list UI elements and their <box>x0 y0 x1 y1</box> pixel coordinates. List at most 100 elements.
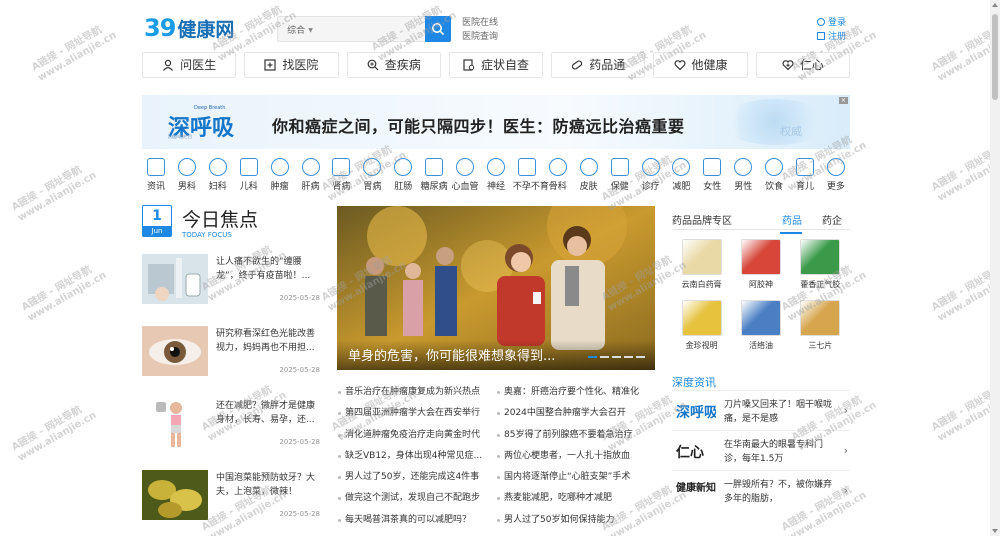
carousel-dot[interactable] <box>624 356 633 358</box>
category-item[interactable]: 诊疗 <box>637 158 665 198</box>
tab-companies[interactable]: 药企 <box>822 212 842 227</box>
carousel-dot[interactable] <box>588 356 597 358</box>
hospital-online-link[interactable]: 医院在线 <box>462 16 498 30</box>
scrollbar-thumb[interactable] <box>992 14 998 100</box>
drug-item[interactable]: 阿胶神 <box>731 239 790 290</box>
headline-link[interactable]: 男人过了50岁，还能完成这4件事 <box>337 467 496 488</box>
category-item[interactable]: 男科 <box>173 158 201 198</box>
category-item[interactable]: 不孕不育 <box>513 158 549 198</box>
nav-renxin[interactable]: 仁心 <box>755 52 850 78</box>
nav-ask-doctor[interactable]: 问医生 <box>142 52 237 78</box>
search-button[interactable] <box>425 16 451 42</box>
carousel-dot[interactable] <box>636 356 645 358</box>
news-item[interactable]: 还在减肥？微胖才是健康身材，长寿、易孕，还... 2025-05-28 <box>142 398 322 450</box>
watermark: A链接 - 网址导航 www.alianjie.cn <box>9 164 99 224</box>
hero-carousel[interactable]: 单身的危害，你可能很难想象得到... <box>337 206 655 370</box>
headline-link[interactable]: 音乐治疗在肿瘤康复成为新兴热点 <box>337 382 496 403</box>
category-label: 更多 <box>826 182 845 192</box>
scroll-up-arrow[interactable] <box>992 3 998 7</box>
register-link[interactable]: 注册 <box>816 30 846 44</box>
category-item[interactable]: 减肥 <box>667 158 695 198</box>
category-item[interactable]: 男性 <box>729 158 757 198</box>
news-title[interactable]: 还在减肥？微胖才是健康身材，长寿、易孕，还... <box>216 399 322 427</box>
category-item[interactable]: 糖尿病 <box>420 158 448 198</box>
news-title[interactable]: 让人痛不欲生的“缠腰龙”，终于有疫苗啦！... <box>216 255 322 283</box>
watermark: A链接 - 网址导航 www.alianjie.cn <box>9 404 99 464</box>
headline-link[interactable]: 国内将逐渐停止“心脏支架”手术 <box>496 467 655 488</box>
category-icon <box>332 158 351 176</box>
category-item[interactable]: 骨科 <box>544 158 572 198</box>
search-category-select[interactable]: 综合 <box>286 23 314 36</box>
category-item[interactable]: 更多 <box>822 158 850 198</box>
nav-find-hospital[interactable]: 找医院 <box>244 52 339 78</box>
drug-item[interactable]: 云南白药膏 <box>672 239 731 290</box>
ad-banner[interactable]: Deep Breath 深呼吸 防癌科普栏目 你和癌症之间，可能只隔四步！医生：… <box>142 95 850 149</box>
headline-link[interactable]: 85岁得了前列腺癌不要着急治疗 <box>496 425 655 446</box>
news-item[interactable]: 中国泡菜能预防蚊牙？大夫，上泡菜，微辣！ 2025-05-28 <box>142 470 322 522</box>
headline-link[interactable]: 奥嘉：肝癌治疗要个性化、精准化 <box>496 382 655 403</box>
nav-drug[interactable]: 药品通 <box>551 52 646 78</box>
carousel-dot[interactable] <box>600 356 609 358</box>
category-item[interactable]: 心血管 <box>451 158 479 198</box>
site-logo[interactable]: 39 健康网 <box>144 14 234 42</box>
drug-package-image <box>681 300 722 336</box>
category-item[interactable]: 保健 <box>606 158 634 198</box>
headline-link[interactable]: 燕麦能减肥，吃哪种才减肥 <box>496 488 655 509</box>
scroll-down-arrow[interactable] <box>992 529 998 533</box>
headline-link[interactable]: 2024中国整合肿瘤学大会召开 <box>496 403 655 424</box>
nav-symptom-check[interactable]: 症状自查 <box>448 52 544 79</box>
drug-item[interactable]: 三七片 <box>791 300 850 351</box>
drug-item[interactable]: 金珍视明 <box>672 300 731 351</box>
news-title[interactable]: 研究称看深红色光能改善视力，妈妈再也不用担... <box>216 327 322 355</box>
link-row: 第四届亚洲肿瘤学大会在西安举行 2024中国整合肿瘤学大会召开 <box>337 403 655 424</box>
nav-check-disease[interactable]: 查疾病 <box>346 52 441 78</box>
category-item[interactable]: 神经 <box>482 158 510 198</box>
category-icon <box>765 158 784 176</box>
deep-news-item[interactable]: 健康新知 一胖毁所有？不，被你嫌弃多年的脂肪， › <box>672 470 850 510</box>
deep-news-text[interactable]: 一胖毁所有？不，被你嫌弃多年的脂肪， <box>724 478 840 506</box>
hero-caption[interactable]: 单身的危害，你可能很难想象得到... <box>348 345 555 364</box>
news-item[interactable]: 让人痛不欲生的“缠腰龙”，终于有疫苗啦！... 2025-05-28 <box>142 254 322 306</box>
deep-news-item[interactable]: 仁心 在华南最大的眼暑专科门诊，每年1.5万 › <box>672 430 850 470</box>
drug-item[interactable]: 藿香正气胶 <box>791 239 850 290</box>
headline-link[interactable]: 缺乏VB12，身体出现4种常见症... <box>337 446 496 467</box>
news-item[interactable]: 研究称看深红色光能改善视力，妈妈再也不用担... 2025-05-28 <box>142 326 322 378</box>
deep-news-text[interactable]: 在华南最大的眼暑专科门诊，每年1.5万 <box>724 438 840 466</box>
hospital-links: 医院在线 医院查询 <box>462 16 498 44</box>
category-label: 资讯 <box>146 182 165 192</box>
deep-news-item[interactable]: 深呼吸 刀片嗓又回来了！咽干喉咙痛，是不是感 › <box>672 390 850 430</box>
category-item[interactable]: 皮肤 <box>575 158 603 198</box>
headline-link[interactable]: 消化道肿瘤免疫治疗走向黄金时代 <box>337 425 496 446</box>
tab-drugs[interactable]: 药品 <box>780 212 802 234</box>
drug-item[interactable]: 活络油 <box>731 300 790 351</box>
category-item[interactable]: 肛肠 <box>389 158 417 198</box>
hospital-search-link[interactable]: 医院查询 <box>462 30 498 44</box>
category-item[interactable]: 妇科 <box>204 158 232 198</box>
category-label: 肝病 <box>301 182 320 192</box>
scrollbar[interactable] <box>990 0 1000 536</box>
category-icon <box>610 158 629 176</box>
headline-link[interactable]: 两位心梗患者，一人扎十指放血 <box>496 446 655 467</box>
carousel-dot[interactable] <box>612 356 621 358</box>
search-box[interactable]: 综合 <box>277 16 451 42</box>
category-item[interactable]: 饮食 <box>760 158 788 198</box>
category-item[interactable]: 育儿 <box>791 158 819 198</box>
headline-link[interactable]: 第四届亚洲肿瘤学大会在西安举行 <box>337 403 496 424</box>
category-item[interactable]: 女性 <box>698 158 726 198</box>
checklist-icon <box>463 55 475 79</box>
watermark: A链接 - 网址导航 www.alianjie.cn <box>29 24 119 84</box>
category-item[interactable]: 胃病 <box>358 158 386 198</box>
category-item[interactable]: 肾病 <box>327 158 355 198</box>
category-item[interactable]: 儿科 <box>235 158 263 198</box>
right-column: 药品品牌专区 药品 药企 云南白药膏 阿胶神 藿香正气胶 金珍视明 活络油 三七片 深度资… <box>672 206 850 504</box>
category-item[interactable]: 肿瘤 <box>266 158 294 198</box>
login-link[interactable]: 登录 <box>816 16 846 30</box>
news-title[interactable]: 中国泡菜能预防蚊牙？大夫，上泡菜，微辣！ <box>216 471 322 499</box>
nav-his-health[interactable]: 他健康 <box>653 52 748 78</box>
category-item[interactable]: 资讯 <box>142 158 170 198</box>
category-item[interactable]: 肝病 <box>297 158 325 198</box>
headline-link[interactable]: 男人过了50岁如何保持能力 <box>496 510 655 531</box>
deep-news-text[interactable]: 刀片嗓又回来了！咽干喉咙痛，是不是感 <box>724 398 840 426</box>
headline-link[interactable]: 每天喝普洱茶真的可以减肥吗？ <box>337 510 496 531</box>
headline-link[interactable]: 做完这个测试，发现自己不配跑步 <box>337 488 496 509</box>
